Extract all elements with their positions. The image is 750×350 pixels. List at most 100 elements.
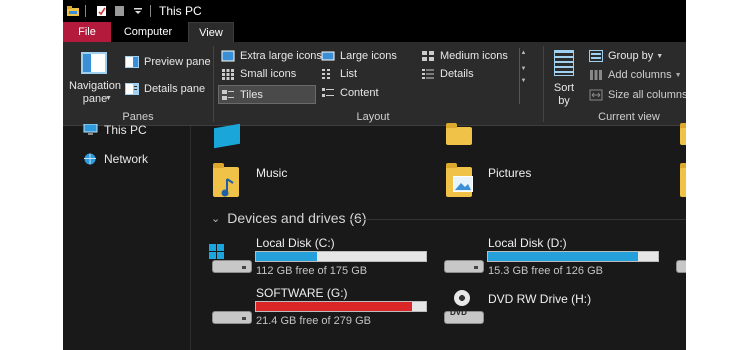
drive-label: Local Disk (C:)	[256, 236, 335, 250]
large-icons-icon	[321, 51, 335, 61]
large-icons-label: Large icons	[340, 50, 397, 62]
new-folder-icon[interactable]	[114, 5, 126, 17]
window-title: This PC	[159, 4, 202, 18]
tiles-label: Tiles	[240, 88, 263, 101]
title-separator	[150, 5, 151, 17]
drive-label: SOFTWARE (G:)	[256, 286, 348, 300]
sort-by-icon	[554, 50, 574, 76]
drive-label: DVD RW Drive (H:)	[488, 292, 592, 306]
hard-drive-icon[interactable]	[676, 255, 686, 273]
navigation-pane-icon	[81, 52, 107, 74]
disc-icon	[454, 290, 470, 306]
drive-free-space: 15.3 GB free of 126 GB	[488, 265, 603, 277]
panes-group-label: Panes	[122, 111, 154, 123]
layout-small-icons[interactable]: Small icons	[221, 68, 296, 80]
extra-large-icons-label: Extra large icons	[240, 50, 322, 62]
layout-gallery: Extra large icons Large icons Medium ico…	[217, 48, 527, 104]
devices-section-header[interactable]: ⌄ Devices and drives (6)	[211, 210, 367, 226]
tab-view[interactable]: View	[188, 22, 234, 42]
details-label: Details	[440, 68, 474, 80]
size-all-columns-button[interactable]: Size all columns t	[589, 89, 686, 101]
drive-free-space: 21.4 GB free of 279 GB	[256, 315, 371, 327]
preview-pane-icon	[125, 56, 139, 68]
layout-tiles[interactable]: Tiles	[218, 85, 316, 104]
drive-label: Local Disk (D:)	[488, 236, 567, 250]
group-by-dropdown-icon: ▼	[656, 52, 664, 60]
scroll-down-icon[interactable]: ▼	[520, 66, 527, 72]
add-columns-icon	[590, 70, 602, 80]
nav-item-label: This PC	[104, 123, 147, 137]
layout-medium-icons[interactable]: Medium icons	[421, 50, 508, 62]
layout-content[interactable]: Content	[321, 87, 379, 99]
layout-gallery-scrollbar[interactable]: ▲ ▼ ▼	[519, 48, 527, 104]
nav-item-network[interactable]: Network	[83, 152, 148, 166]
folder-app-icon[interactable]	[67, 5, 79, 17]
navigation-pane-dropdown-icon: ▼	[105, 95, 112, 102]
drive-usage-bar	[255, 301, 427, 312]
group-by-button[interactable]: Group by ▼	[589, 50, 663, 62]
drive-usage-fill	[488, 252, 638, 261]
navigation-pane: This PC Network	[63, 123, 191, 350]
drive-usage-fill	[256, 252, 318, 261]
add-columns-label: Add columns	[608, 69, 672, 81]
medium-icons-label: Medium icons	[440, 50, 508, 62]
tab-computer[interactable]: Computer	[115, 22, 181, 42]
hard-drive-icon	[212, 306, 252, 324]
folder-label: Music	[256, 166, 288, 180]
content-view-icon	[322, 88, 334, 97]
details-view-icon	[422, 69, 434, 79]
layout-group-label: Layout	[356, 111, 390, 123]
content-label: Content	[340, 87, 379, 99]
layout-extra-large-icons[interactable]: Extra large icons	[221, 50, 322, 62]
preview-pane-button[interactable]: Preview pane	[125, 56, 211, 68]
properties-icon[interactable]	[96, 5, 108, 17]
medium-icons-icon	[422, 51, 434, 61]
objects-3d-folder-icon[interactable]	[214, 123, 240, 149]
content-area: Music Pictures ⌄ Devices and drives (6) …	[192, 123, 686, 350]
scroll-up-icon[interactable]: ▲	[520, 50, 527, 56]
small-icons-icon	[222, 69, 234, 80]
tiles-view-icon	[222, 89, 234, 100]
ribbon-separator	[213, 46, 214, 122]
add-columns-dropdown-icon: ▼	[674, 71, 682, 79]
section-title: Devices and drives (6)	[227, 210, 367, 226]
folder-label: Pictures	[488, 166, 532, 180]
drive-usage-bar	[487, 251, 659, 262]
hard-drive-icon	[444, 255, 484, 273]
list-label: List	[340, 68, 358, 80]
layout-large-icons[interactable]: Large icons	[321, 50, 397, 62]
folder-icon[interactable]	[680, 123, 686, 145]
small-icons-label: Small icons	[240, 68, 297, 80]
ribbon: Navigation pane ▼ Preview pane Details p…	[63, 42, 686, 126]
drive-usage-fill	[256, 302, 413, 311]
folder-icon[interactable]	[680, 163, 686, 197]
gallery-expand-icon[interactable]: ▼	[520, 78, 527, 84]
folder-icon[interactable]	[446, 123, 472, 145]
music-note-icon	[221, 178, 234, 197]
collapse-chevron-icon[interactable]: ⌄	[211, 212, 220, 225]
layout-details[interactable]: Details	[421, 68, 474, 80]
size-all-columns-label: Size all columns t	[608, 89, 686, 101]
nav-item-this-pc[interactable]: This PC	[83, 123, 147, 137]
picture-icon	[453, 176, 473, 192]
add-columns-button[interactable]: Add columns ▼	[589, 69, 682, 81]
details-pane-button[interactable]: Details pane	[125, 83, 205, 95]
details-pane-icon	[125, 83, 139, 95]
drive-free-space: 112 GB free of 175 GB	[256, 265, 368, 277]
group-by-icon	[589, 50, 603, 62]
navigation-pane-label: Navigation pane	[69, 80, 121, 105]
drive-usage-bar	[255, 251, 427, 262]
computer-icon	[83, 124, 98, 135]
nav-item-label: Network	[104, 152, 149, 166]
customize-quick-access-icon[interactable]	[132, 5, 144, 17]
extra-large-icons-icon	[221, 50, 235, 62]
sort-by-label: Sort by	[553, 82, 575, 107]
size-all-columns-icon	[589, 89, 603, 101]
hard-drive-icon	[212, 255, 252, 273]
dvd-badge-icon: DVD	[450, 308, 467, 317]
list-view-icon	[322, 69, 330, 79]
tab-file[interactable]: File	[63, 22, 111, 42]
section-divider	[350, 219, 686, 220]
file-explorer-window: This PC File Computer View Navigation pa…	[63, 0, 686, 350]
layout-list[interactable]: List	[321, 68, 357, 80]
